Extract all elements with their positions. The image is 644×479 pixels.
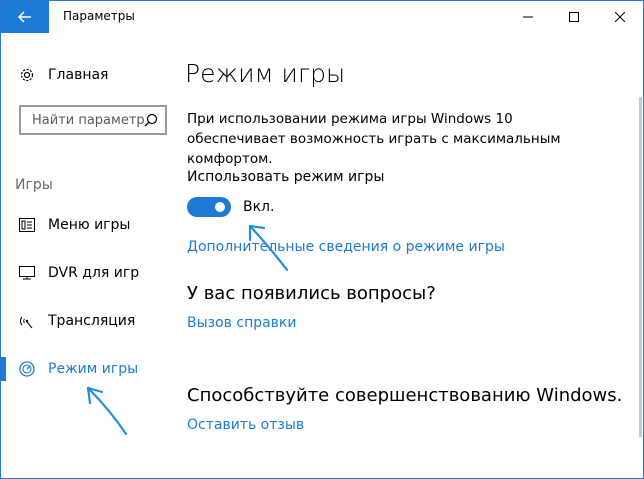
sidebar-item-label: Трансляция [48,313,136,329]
back-button[interactable] [1,1,49,33]
toggle-label: Использовать режим игры [187,169,385,185]
sidebar-item-game-mode[interactable]: Режим игры [1,354,167,384]
game-mode-toggle[interactable] [187,197,231,217]
minimize-button[interactable] [505,1,551,33]
broadcast-icon [19,313,35,329]
contribute-heading: Способствуйте совершенствованию Windows. [187,385,623,406]
sidebar-item-label: Меню игры [48,217,131,233]
sidebar-item-broadcast[interactable]: Трансляция [1,306,167,336]
more-info-link[interactable]: Дополнительные сведения о режиме игры [187,239,505,255]
minimize-icon [523,16,533,18]
window-title: Параметры [63,9,135,23]
sidebar-home[interactable]: Главная [19,67,108,83]
description-text: При использовании режима игры Windows 10… [187,111,561,167]
help-link[interactable]: Вызов справки [187,315,297,331]
search-input[interactable] [30,111,152,129]
sidebar-item-label: Режим игры [48,361,139,377]
settings-window: Параметры Главная Игры Меню игры [0,0,644,479]
sidebar-home-label: Главная [48,67,109,83]
close-button[interactable] [597,1,643,33]
sidebar-item-dvr[interactable]: DVR для игр [1,258,167,288]
toggle-state-text: Вкл. [243,199,275,215]
sidebar-item-game-bar[interactable]: Меню игры [1,210,167,240]
back-arrow-icon [18,11,31,23]
feedback-link[interactable]: Оставить отзыв [187,417,304,433]
scrollbar[interactable] [639,97,642,437]
maximize-button[interactable] [551,1,597,33]
gear-icon [20,68,34,82]
sidebar-item-label: DVR для игр [48,265,140,281]
page-title: Режим игры [185,59,346,88]
questions-heading: У вас появились вопросы? [187,283,436,304]
title-bar: Параметры [1,1,643,33]
close-icon [615,12,625,22]
maximize-icon [569,12,579,22]
toggle-knob [215,202,225,212]
dvr-icon [19,265,35,281]
game-mode-icon [19,361,35,377]
search-box[interactable] [19,105,167,135]
game-bar-icon [19,217,35,233]
sidebar-section-label: Игры [15,177,53,193]
search-icon[interactable] [144,113,158,127]
